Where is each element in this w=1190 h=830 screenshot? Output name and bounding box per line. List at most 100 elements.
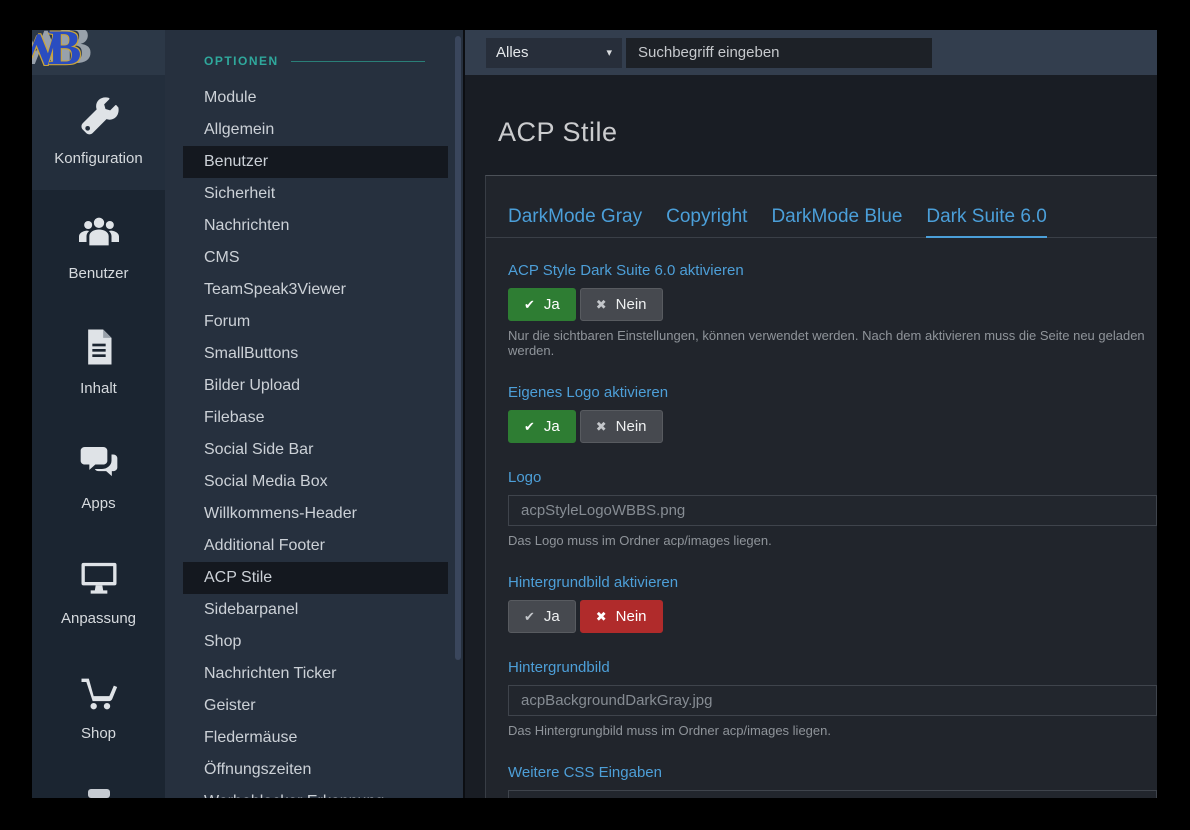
content-column: Alles ▾ ACP Stile DarkMode Gray Copyright…	[465, 30, 1157, 798]
logo-monogram: WB	[32, 30, 68, 75]
options-header-rule	[291, 61, 425, 62]
settings-panel: DarkMode Gray Copyright DarkMode Blue Dark …	[485, 175, 1157, 798]
nein-button[interactable]: ✖Nein	[580, 410, 663, 443]
wrench-icon	[79, 97, 119, 137]
document-icon	[79, 327, 119, 367]
sidebar-item-label: Shop	[81, 725, 116, 742]
options-item-flederm-use[interactable]: Fledermäuse	[165, 722, 463, 754]
sidebar-item-konfiguration[interactable]: Konfiguration	[32, 75, 165, 190]
sidebar-item-label: Benutzer	[68, 265, 128, 282]
main-sidebar-nav: Konfiguration Benutzer Inhalt Apps Anpassung…	[32, 75, 165, 765]
main-content: ACP Stile DarkMode GrayCopyrightDarkMode…	[465, 75, 1157, 798]
field-label: Hintergrundbild	[508, 659, 1157, 676]
options-item-teamspeak3viewer[interactable]: TeamSpeak3Viewer	[165, 274, 463, 306]
weitere-css-eingaben-textarea[interactable]	[508, 790, 1157, 798]
field-label: Hintergrundbild aktivieren	[508, 574, 1157, 591]
form-section-hintergrundbild-aktivieren: Hintergrundbild aktivieren ✔ Ja ✖ Nein	[508, 574, 1157, 633]
form-section-weitere-css-eingaben: Weitere CSS Eingaben	[508, 764, 1157, 798]
sidebar-item-anpassung[interactable]: Anpassung	[32, 535, 165, 650]
field-label: Logo	[508, 469, 1157, 486]
settings-form: ACP Style Dark Suite 6.0 aktivieren ✔ Ja ✖ N…	[486, 262, 1157, 798]
button-label: Ja	[544, 296, 560, 313]
button-label: Ja	[544, 608, 560, 625]
button-label: Nein	[616, 296, 647, 313]
options-item-filebase[interactable]: Filebase	[165, 402, 463, 434]
options-item-shop[interactable]: Shop	[165, 626, 463, 658]
topbar: Alles ▾	[465, 30, 1157, 75]
options-item-nachrichten[interactable]: Nachrichten	[165, 210, 463, 242]
options-item-sicherheit[interactable]: Sicherheit	[165, 178, 463, 210]
desktop-icon	[79, 557, 119, 597]
sidebar-item-label: Apps	[81, 495, 115, 512]
tab-copyright[interactable]: Copyright	[666, 206, 747, 228]
hintergrundbild-input[interactable]	[508, 685, 1157, 716]
check-icon: ✔	[524, 610, 535, 623]
field-hint: Das Hintergrungbild muss im Ordner acp/i…	[508, 723, 1157, 738]
options-item-social-side-bar[interactable]: Social Side Bar	[165, 434, 463, 466]
field-label: Weitere CSS Eingaben	[508, 764, 1157, 781]
options-item-nachrichten-ticker[interactable]: Nachrichten Ticker	[165, 658, 463, 690]
nein-button[interactable]: ✖ Nein	[580, 600, 663, 633]
tab-darkmode-gray[interactable]: DarkMode Gray	[508, 206, 642, 228]
options-list: ModuleAllgemeinBenutzerSicherheitNachric…	[165, 82, 463, 798]
sidebar-item-benutzer[interactable]: Benutzer	[32, 190, 165, 305]
options-item-module[interactable]: Module	[165, 82, 463, 114]
ja-button[interactable]: ✔ Ja	[508, 288, 576, 321]
options-scrollbar[interactable]	[455, 36, 461, 660]
sidebar-item-inhalt[interactable]: Inhalt	[32, 305, 165, 420]
options-header-label: OPTIONEN	[204, 54, 279, 68]
search-input[interactable]	[626, 38, 932, 68]
sidebar-item-label: Konfiguration	[54, 150, 142, 167]
options-header: OPTIONEN	[204, 54, 425, 68]
options-item-acp-stile[interactable]: ACP Stile	[183, 562, 448, 594]
sidebar-item-label: Inhalt	[80, 380, 117, 397]
options-item-geister[interactable]: Geister	[165, 690, 463, 722]
search-scope-value: Alles	[496, 44, 529, 61]
tab-bar: DarkMode Gray Copyright DarkMode Blue Dark …	[486, 176, 1157, 238]
toggle-button-group: ✔ Ja ✖ Nein	[508, 288, 1157, 321]
icon-sidebar: WB WB Konfiguration Benutzer Inhalt Apps Anp…	[32, 30, 165, 798]
sidebar-item-shop[interactable]: Shop	[32, 650, 165, 765]
search-scope-select[interactable]: Alles ▾	[486, 38, 622, 68]
toggle-button-group: ✔ Ja ✖ Nein	[508, 600, 1157, 633]
options-item-ffnungszeiten[interactable]: Öffnungszeiten	[165, 754, 463, 786]
x-icon: ✖	[596, 420, 607, 433]
options-sidebar: OPTIONEN ModuleAllgemeinBenutzerSicherhe…	[165, 30, 465, 798]
field-label: ACP Style Dark Suite 6.0 aktivieren	[508, 262, 1157, 279]
next-item-partial-icon	[88, 789, 110, 798]
sidebar-item-label: Anpassung	[61, 610, 136, 627]
options-item-bilder-upload[interactable]: Bilder Upload	[165, 370, 463, 402]
app-logo[interactable]: WB WB	[32, 30, 165, 75]
button-label: Nein	[616, 608, 647, 625]
options-item-allgemein[interactable]: Allgemein	[165, 114, 463, 146]
tab-darkmode-blue[interactable]: DarkMode Blue	[771, 206, 902, 228]
check-icon: ✔	[524, 298, 535, 311]
field-hint: Das Logo muss im Ordner acp/images liege…	[508, 533, 1157, 548]
options-item-forum[interactable]: Forum	[165, 306, 463, 338]
ja-button[interactable]: ✔ Ja	[508, 600, 576, 633]
nein-button[interactable]: ✖ Nein	[580, 288, 663, 321]
options-item-willkommens-header[interactable]: Willkommens-Header	[165, 498, 463, 530]
options-item-benutzer[interactable]: Benutzer	[183, 146, 448, 178]
options-item-sidebarpanel[interactable]: Sidebarpanel	[165, 594, 463, 626]
x-icon: ✖	[596, 610, 607, 623]
options-item-werbeblocker-erkennung[interactable]: Werbeblocker Erkennung	[165, 786, 463, 798]
x-icon: ✖	[596, 298, 607, 311]
comments-icon	[79, 442, 119, 482]
ja-button[interactable]: ✔ Ja	[508, 410, 576, 443]
check-icon: ✔	[524, 420, 535, 433]
logo-input[interactable]	[508, 495, 1157, 526]
form-section-eigenes-logo-aktivieren: Eigenes Logo aktivieren✔Ja✖Nein	[508, 384, 1157, 443]
options-item-smallbuttons[interactable]: SmallButtons	[165, 338, 463, 370]
cart-icon	[79, 672, 119, 712]
options-item-additional-footer[interactable]: Additional Footer	[165, 530, 463, 562]
form-section-logo: Logo Das Logo muss im Ordner acp/images l…	[508, 469, 1157, 548]
form-section-hintergrundbild: Hintergrundbild Das Hintergrungbild muss …	[508, 659, 1157, 738]
tab-dark-suite-6-0[interactable]: Dark Suite 6.0	[926, 206, 1046, 228]
field-hint: Nur die sichtbaren Einstellungen, können…	[508, 328, 1157, 358]
options-item-social-media-box[interactable]: Social Media Box	[165, 466, 463, 498]
sidebar-item-apps[interactable]: Apps	[32, 420, 165, 535]
button-label: Ja	[544, 418, 560, 435]
options-item-cms[interactable]: CMS	[165, 242, 463, 274]
page-title: ACP Stile	[498, 117, 1157, 148]
